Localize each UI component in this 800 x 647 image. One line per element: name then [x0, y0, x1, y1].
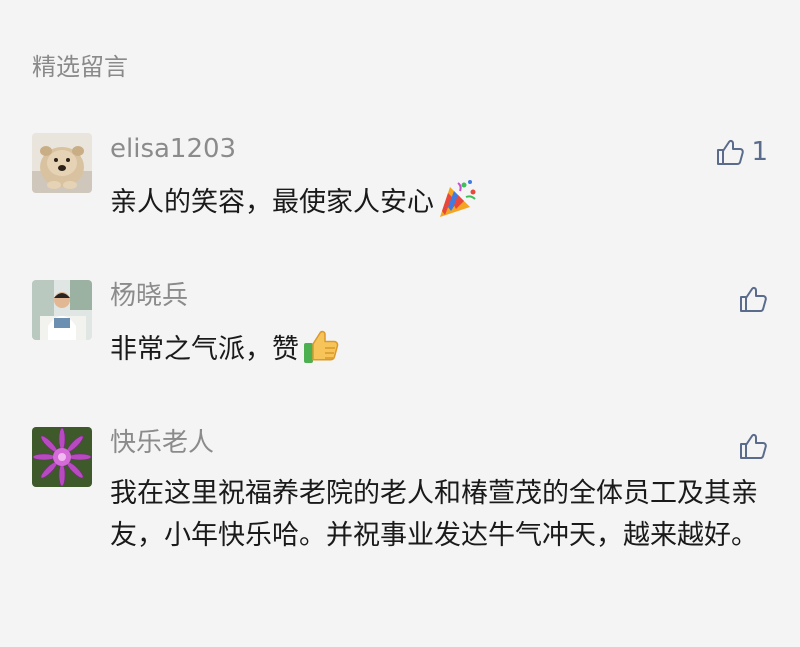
avatar[interactable]: [32, 133, 92, 193]
commenter-name[interactable]: 快乐老人: [110, 426, 214, 460]
person-avatar-icon: [32, 280, 92, 340]
comment-text: 亲人的笑容，最使家人安心: [110, 179, 760, 224]
comment-text: 我在这里祝福养老院的老人和椿萱茂的全体员工及其亲友，小年快乐哈。并祝事业发达牛气…: [110, 473, 760, 557]
section-title: 精选留言: [32, 53, 128, 81]
comment-body: 亲人的笑容，最使家人安心: [110, 187, 434, 218]
party-popper-icon: [436, 179, 478, 219]
commenter-name[interactable]: elisa1203: [110, 132, 236, 166]
like-button[interactable]: [738, 431, 768, 461]
thumbs-up-icon: [740, 286, 767, 312]
flower-avatar-icon: [32, 427, 92, 487]
thumbs-up-icon: [717, 139, 745, 165]
comment-text: 非常之气派，赞: [110, 326, 760, 371]
commenter-name[interactable]: 杨晓兵: [110, 279, 188, 313]
like-button[interactable]: 1: [715, 137, 768, 167]
dog-avatar-icon: [32, 133, 92, 193]
comment-body: 非常之气派，赞: [110, 334, 299, 365]
comment-body: 我在这里祝福养老院的老人和椿萱茂的全体员工及其亲友，小年快乐哈。并祝事业发达牛气…: [110, 478, 758, 551]
thumbs-up-icon: [740, 433, 767, 459]
like-count: 1: [751, 137, 768, 167]
like-button[interactable]: [738, 284, 768, 314]
thumbs-up-emoji-icon: [301, 326, 343, 366]
avatar[interactable]: [32, 280, 92, 340]
avatar[interactable]: [32, 427, 92, 487]
